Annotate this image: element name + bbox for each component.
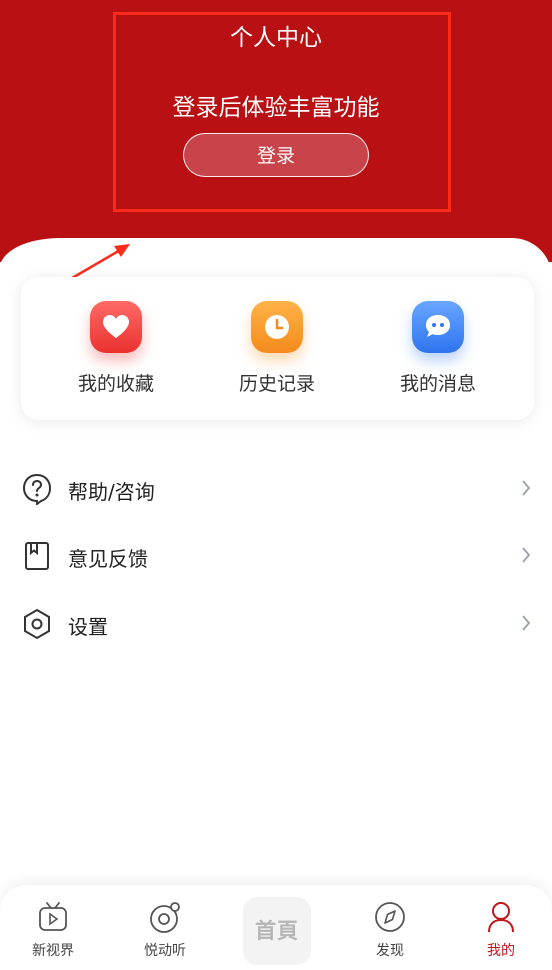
- heart-icon: [90, 301, 142, 353]
- quick-action-label: 历史记录: [238, 373, 315, 395]
- menu-item-label: 帮助/咨询: [68, 480, 155, 504]
- tab-music[interactable]: 悦动听: [120, 900, 210, 960]
- tab-new-vision[interactable]: 新视界: [8, 900, 98, 960]
- music-disc-icon: [150, 902, 180, 933]
- tab-label: 发现: [376, 943, 404, 959]
- settings-hexagon-icon: [24, 608, 50, 640]
- chevron-right-icon: [522, 615, 531, 631]
- chevron-right-icon: [522, 480, 531, 496]
- person-icon: [488, 902, 514, 933]
- compass-icon: [375, 902, 405, 932]
- quick-action-history[interactable]: 历史记录: [192, 301, 362, 396]
- menu-item-feedback[interactable]: 意见反馈: [0, 531, 552, 581]
- tab-label: 新视界: [32, 943, 74, 959]
- annotation-highlight-box: [113, 12, 451, 212]
- tab-label: 悦动听: [144, 943, 186, 959]
- quick-actions-card: 我的收藏 历史记录 我的消息: [21, 277, 534, 420]
- chevron-right-icon: [522, 547, 531, 563]
- quick-action-label: 我的消息: [399, 373, 476, 395]
- quick-action-label: 我的收藏: [77, 373, 154, 395]
- tab-home[interactable]: 首頁: [243, 897, 311, 965]
- chat-bubble-icon: [412, 301, 464, 353]
- quick-action-messages[interactable]: 我的消息: [353, 301, 523, 396]
- menu-item-help[interactable]: 帮助/咨询: [0, 464, 552, 514]
- tab-label: 我的: [487, 943, 515, 959]
- clock-icon: [251, 301, 303, 353]
- help-question-icon: [22, 473, 52, 505]
- quick-action-favorites[interactable]: 我的收藏: [31, 301, 201, 396]
- menu-item-label: 设置: [68, 615, 108, 639]
- tv-play-icon: [39, 902, 67, 931]
- menu-item-settings[interactable]: 设置: [0, 599, 552, 649]
- feedback-bookmark-icon: [25, 542, 49, 570]
- tab-mine[interactable]: 我的: [456, 900, 546, 960]
- menu-item-label: 意见反馈: [68, 547, 148, 571]
- tab-discover[interactable]: 发现: [345, 900, 435, 960]
- bottom-tab-bar: 新视界 悦动听 首頁 发现 我的: [0, 885, 552, 970]
